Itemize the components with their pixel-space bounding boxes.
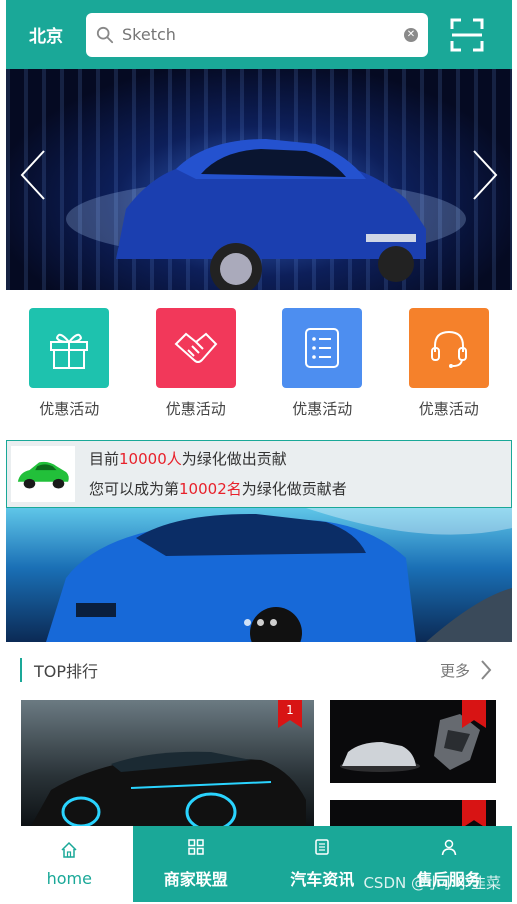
category-label: 优惠活动 [418, 400, 479, 418]
car-image [31, 751, 306, 826]
category-item[interactable]: 优惠活动 [399, 308, 499, 440]
category-tile [29, 308, 110, 388]
headset-icon [430, 330, 467, 368]
ranking-card-3[interactable] [330, 800, 496, 826]
contributor-count: 10000人 [119, 450, 182, 468]
csdn-watermark: CSDN @小小小韭菜 [363, 874, 501, 892]
category-label: 优惠活动 [292, 400, 353, 418]
notice-line-2: 您可以成为第10002名为绿化做贡献者 [89, 480, 347, 498]
banner-car-image [66, 139, 466, 290]
more-label: 更多 [439, 661, 470, 680]
category-tile [155, 308, 236, 388]
green-contribution-notice[interactable]: 目前10000人为绿化做出贡献 您可以成为第10002名为绿化做贡献者 [6, 440, 512, 508]
ranking-card-2[interactable] [330, 700, 496, 783]
tab-merchant-alliance[interactable]: 商家联盟 [133, 826, 260, 902]
category-label: 优惠活动 [165, 400, 226, 418]
city-selector[interactable]: 北京 [6, 22, 86, 47]
category-item[interactable]: 优惠活动 [19, 308, 119, 440]
green-car-image [17, 461, 69, 489]
handshake-icon [174, 332, 218, 363]
notice-text: 目前10000人为绿化做出贡献 您可以成为第10002名为绿化做贡献者 [89, 444, 347, 504]
secondary-banner[interactable] [6, 508, 512, 642]
grid-icon [188, 839, 204, 855]
document-icon [315, 839, 329, 855]
carousel-dots[interactable] [244, 619, 277, 626]
chevron-right-icon[interactable] [470, 149, 500, 201]
scan-icon[interactable] [450, 18, 484, 52]
rank-badge [462, 800, 486, 826]
chevron-left-icon[interactable] [18, 149, 48, 201]
ranking-card-1[interactable]: 1 [21, 700, 314, 826]
more-link[interactable]: 更多 [440, 659, 492, 681]
top-header: 北京 ✕ [6, 0, 512, 69]
gift-icon [50, 333, 89, 369]
search-box[interactable]: ✕ [86, 12, 428, 57]
section-title: TOP排行 [34, 662, 99, 681]
tab-label: 商家联盟 [163, 870, 228, 889]
category-item[interactable]: 优惠活动 [272, 308, 372, 440]
search-icon [96, 26, 114, 43]
category-grid: 优惠活动 优惠活动 优惠活动 优惠活动 [6, 290, 512, 440]
carousel-dot[interactable] [244, 619, 251, 626]
top-ranking-header: TOP排行 更多 [20, 656, 492, 684]
next-rank-number: 10002名 [179, 480, 242, 498]
section-accent-bar [20, 658, 22, 682]
banner-carousel[interactable] [6, 69, 512, 290]
list-icon [305, 328, 340, 368]
user-icon [441, 839, 456, 856]
category-tile [282, 308, 363, 388]
search-input[interactable] [122, 25, 404, 44]
tab-home[interactable]: home [6, 826, 133, 902]
tab-label: 汽车资讯 [290, 870, 355, 889]
carousel-dot[interactable] [270, 619, 277, 626]
category-item[interactable]: 优惠活动 [146, 308, 246, 440]
clear-icon[interactable]: ✕ [404, 27, 418, 42]
home-icon [61, 841, 77, 858]
chevron-right-icon [481, 660, 492, 680]
green-car-thumbnail [11, 446, 75, 502]
category-label: 优惠活动 [39, 400, 100, 418]
category-tile [408, 308, 489, 388]
notice-line-1: 目前10000人为绿化做出贡献 [89, 450, 287, 468]
carousel-dot[interactable] [257, 619, 264, 626]
tab-label: home [46, 868, 92, 888]
